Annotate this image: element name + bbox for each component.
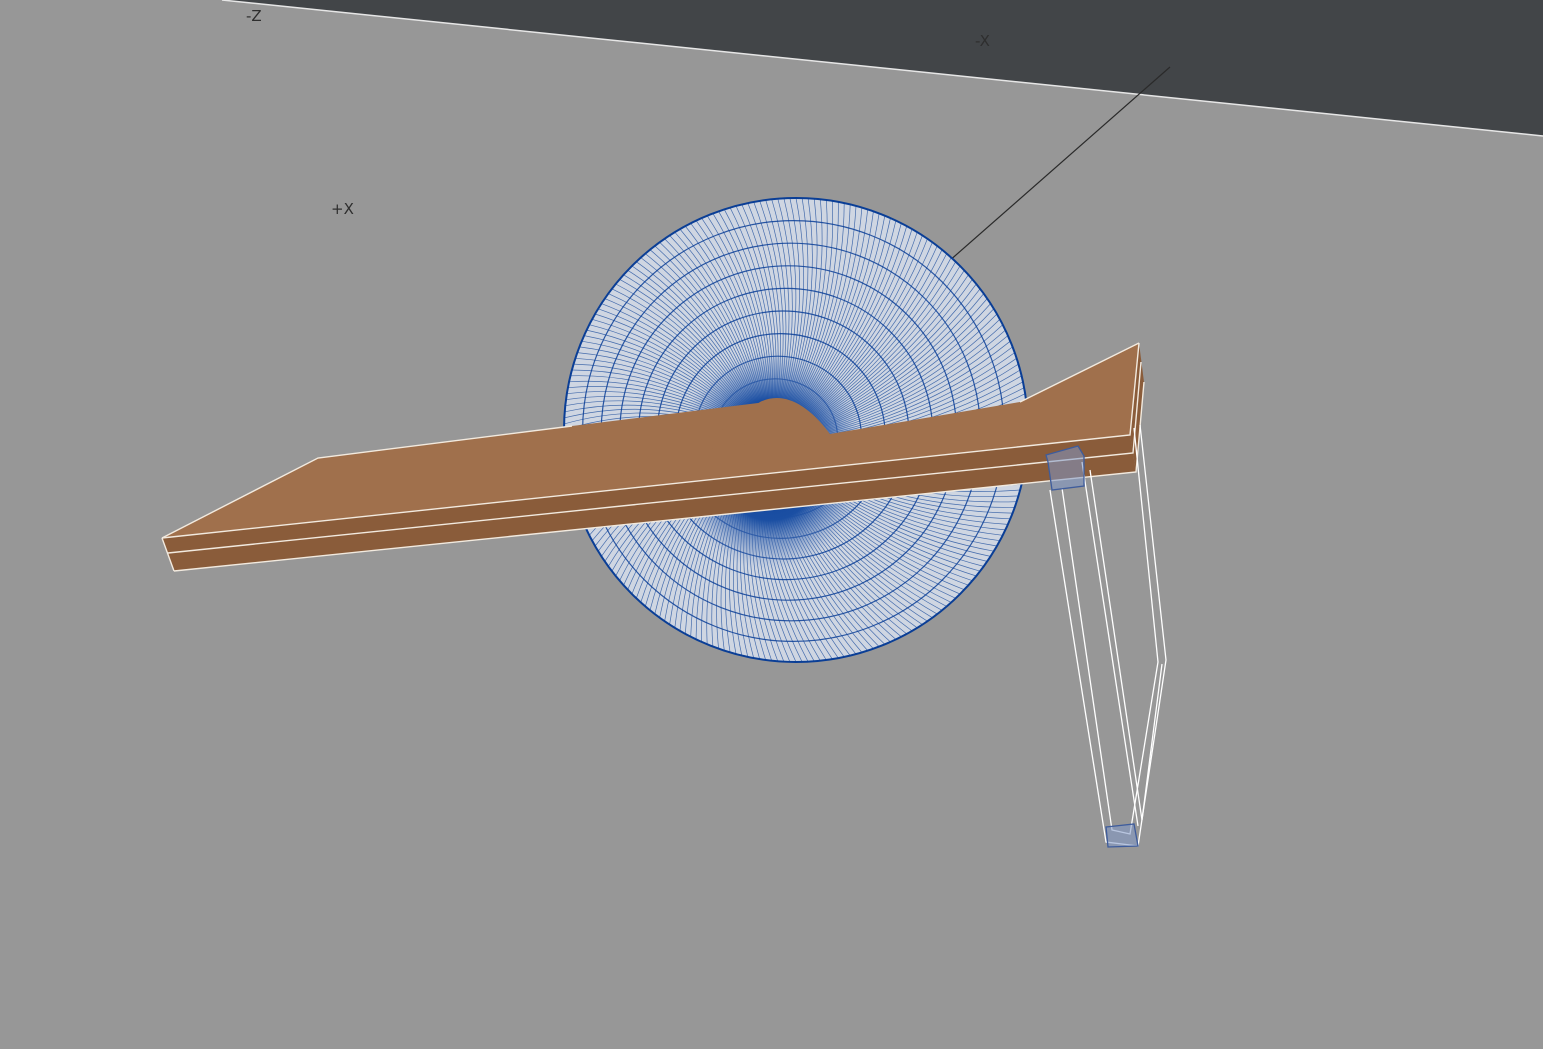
- guide-line: [947, 66, 1171, 263]
- frame-spine-edge: [1081, 461, 1139, 827]
- viewport-3d[interactable]: -Z -X +X: [0, 0, 1543, 1049]
- frame-inner-left-edge: [1061, 427, 1159, 835]
- frame-bottom-cap: [1105, 823, 1139, 848]
- scene-canvas[interactable]: [0, 0, 1543, 1049]
- frame-wireframe-object[interactable]: [1045, 424, 1167, 848]
